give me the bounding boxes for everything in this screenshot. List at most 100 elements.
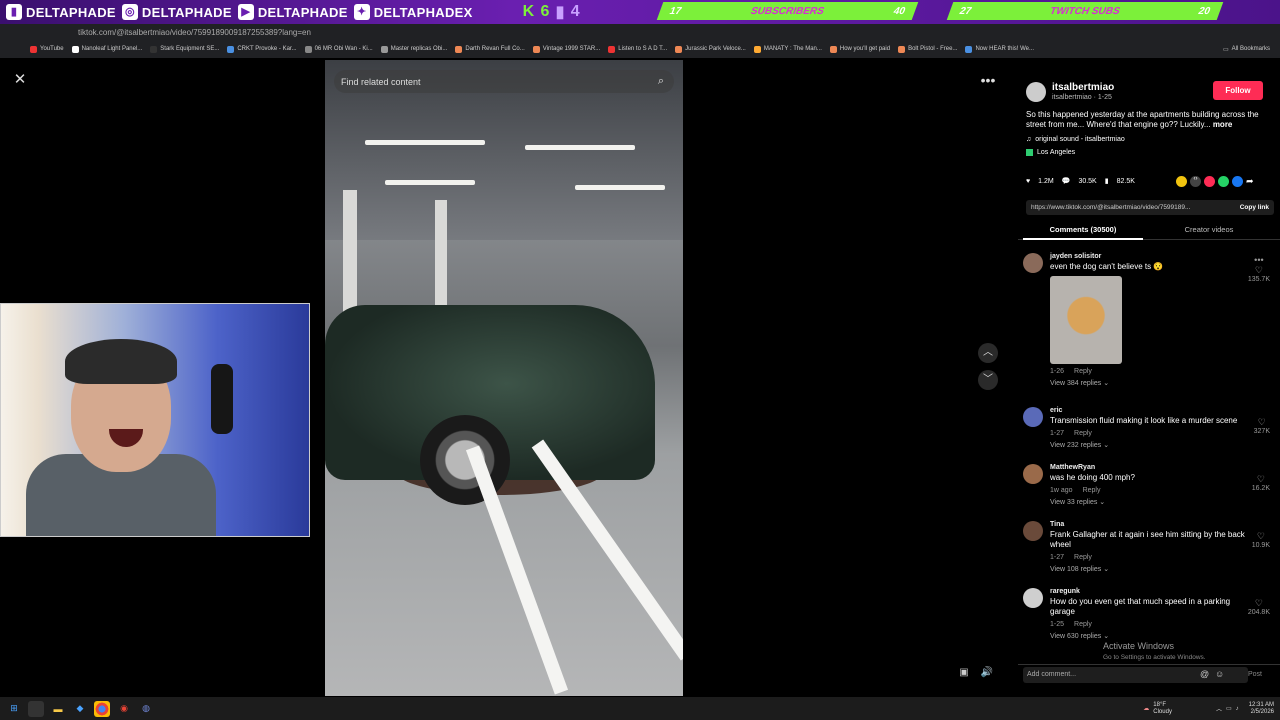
- prev-video-button[interactable]: ︿: [978, 343, 998, 363]
- app-icon[interactable]: ◉: [116, 701, 132, 717]
- store-icon[interactable]: ◆: [72, 701, 88, 717]
- bookmark-item[interactable]: Nanoleaf Light Panel...: [71, 45, 142, 53]
- twitter-icon: ✦: [353, 4, 370, 20]
- copy-link-button[interactable]: Copy link: [1240, 204, 1269, 211]
- avatar[interactable]: [1023, 464, 1043, 484]
- clock[interactable]: 12:31 AM 2/5/2026: [1249, 702, 1274, 716]
- view-replies-label: View 232 replies: [1050, 442, 1102, 449]
- weather[interactable]: 18°F Cloudy: [1153, 702, 1172, 716]
- more-icon[interactable]: •••: [1248, 255, 1270, 265]
- send-icon[interactable]: [1204, 176, 1215, 187]
- next-video-button[interactable]: ﹀: [978, 370, 998, 390]
- bookmark-item[interactable]: 06 MR Obi Wan - Ki...: [304, 45, 373, 53]
- reply-link[interactable]: Reply: [1074, 554, 1092, 561]
- embed-icon[interactable]: ‹›: [1190, 176, 1201, 187]
- twitch-handle: DELTAPHADE: [26, 4, 116, 20]
- tab-comments[interactable]: Comments (30500): [1023, 222, 1143, 240]
- avatar[interactable]: [1023, 407, 1043, 427]
- network-icon[interactable]: ▭: [1226, 705, 1232, 712]
- video-player[interactable]: [325, 60, 683, 696]
- bookmark-item[interactable]: Vintage 1999 STAR...: [532, 45, 600, 53]
- comment-author[interactable]: Tina: [1050, 521, 1250, 528]
- more-options-icon[interactable]: •••: [978, 72, 998, 88]
- location-tag[interactable]: Los Angeles: [1026, 149, 1075, 156]
- author-name[interactable]: itsalbertmiao: [1052, 82, 1114, 93]
- mini-player-icon[interactable]: ▣: [956, 667, 972, 683]
- author-sub: itsalbertmiao · 1-25: [1052, 94, 1112, 101]
- view-replies[interactable]: View 630 replies ⌄: [1050, 632, 1250, 640]
- emoji-icon[interactable]: ☺: [1215, 669, 1224, 679]
- all-bookmarks[interactable]: ▭ All Bookmarks: [1223, 46, 1270, 53]
- bookmark-item[interactable]: Jurassic Park Veloce...: [675, 45, 746, 53]
- speaker-icon[interactable]: ♪: [1236, 706, 1239, 712]
- view-replies[interactable]: View 232 replies ⌄: [1050, 441, 1250, 449]
- comment-meta: 1-25 Reply: [1050, 621, 1250, 628]
- tab-creator-videos[interactable]: Creator videos: [1149, 222, 1269, 240]
- volume-icon[interactable]: 🔊: [979, 667, 995, 683]
- comment-author[interactable]: jayden solisitor: [1050, 253, 1250, 260]
- bookmark-icon[interactable]: ▮: [1105, 177, 1109, 185]
- heart-icon[interactable]: ♡: [1252, 474, 1270, 485]
- caption-more-link[interactable]: more: [1213, 120, 1233, 129]
- comment-icon[interactable]: 💬: [1062, 177, 1071, 185]
- tray-chevron-icon[interactable]: ︿: [1216, 704, 1222, 713]
- search-icon[interactable]: ⌕: [658, 75, 664, 88]
- avatar[interactable]: [1023, 521, 1043, 541]
- bookmark-item[interactable]: Stark Equipment SE...: [150, 45, 219, 53]
- taskbar: ⊞ ▬ ◆ ◉ ◍ ☁ 18°F Cloudy ︿ ▭ ♪ 12:31 AM 2/5…: [0, 697, 1280, 720]
- task-view-icon[interactable]: [28, 700, 44, 717]
- follow-button[interactable]: Follow: [1213, 81, 1263, 100]
- bookmark-item[interactable]: How you'll get paid: [829, 45, 890, 53]
- whatsapp-icon[interactable]: [1218, 176, 1229, 187]
- view-replies[interactable]: View 384 replies ⌄: [1050, 379, 1250, 387]
- clock-date: 2/5/2026: [1250, 708, 1274, 715]
- bookmark-item[interactable]: Now HEAR this! We...: [965, 45, 1034, 53]
- bookmark-item[interactable]: Bolt Pistol - Free...: [898, 45, 957, 53]
- like-count: 10.9K: [1251, 542, 1270, 549]
- coin-icon[interactable]: [1176, 176, 1187, 187]
- close-icon[interactable]: ✕: [12, 72, 28, 88]
- author-avatar[interactable]: [1026, 82, 1046, 102]
- youtube-handle: DELTAPHADE: [257, 4, 348, 20]
- social-twitter: ✦ DELTAPHADEX: [353, 4, 473, 20]
- facebook-icon[interactable]: [1232, 176, 1243, 187]
- bookmark-item[interactable]: Master replicas Obi...: [380, 45, 447, 53]
- video-light: [365, 140, 485, 145]
- post-button[interactable]: Post: [1248, 671, 1262, 678]
- reply-link[interactable]: Reply: [1074, 430, 1092, 437]
- file-explorer-icon[interactable]: ▬: [50, 701, 66, 717]
- reply-link[interactable]: Reply: [1074, 368, 1092, 375]
- sound-link[interactable]: ♫ original sound - itsalbertmiao: [1026, 136, 1125, 143]
- heart-icon[interactable]: ♡: [1248, 598, 1270, 609]
- address-bar[interactable]: tiktok.com/@itsalbertmiao/video/75991890…: [0, 24, 1280, 40]
- bookmark-item[interactable]: CRKT Provoke - Kar...: [227, 45, 297, 53]
- share-arrow-icon[interactable]: ➦: [1246, 176, 1257, 187]
- view-replies[interactable]: View 33 replies ⌄: [1050, 498, 1250, 506]
- mention-icon[interactable]: @: [1200, 669, 1209, 679]
- search-placeholder: Find related content: [341, 76, 421, 87]
- weather-temp: 18°F: [1153, 701, 1167, 708]
- comment-author[interactable]: eric: [1050, 407, 1250, 414]
- comment-image-dog[interactable]: [1050, 276, 1122, 364]
- reply-link[interactable]: Reply: [1074, 621, 1092, 628]
- chrome-icon[interactable]: [94, 700, 110, 717]
- heart-icon[interactable]: ♡: [1252, 531, 1270, 542]
- comment-author[interactable]: MatthewRyan: [1050, 464, 1250, 471]
- heart-icon[interactable]: ♥: [1026, 178, 1030, 185]
- discord-icon[interactable]: ◍: [138, 701, 154, 717]
- reply-link[interactable]: Reply: [1083, 487, 1101, 494]
- bookmark-item[interactable]: MANATY : The Man...: [753, 45, 822, 53]
- webcam-overlay: [0, 303, 310, 537]
- related-search-input[interactable]: Find related content ⌕: [334, 70, 674, 93]
- bookmark-item[interactable]: Darth Revan Full Co...: [455, 45, 525, 53]
- windows-start-icon[interactable]: ⊞: [6, 701, 22, 717]
- bookmark-item[interactable]: Listen to S A D T...: [608, 45, 667, 53]
- avatar[interactable]: [1023, 253, 1043, 273]
- bookmark-item[interactable]: YouTube: [30, 45, 64, 53]
- view-replies[interactable]: View 108 replies ⌄: [1050, 565, 1250, 573]
- address-url[interactable]: tiktok.com/@itsalbertmiao/video/75991890…: [78, 28, 311, 37]
- heart-icon[interactable]: ♡: [1248, 265, 1270, 276]
- comment-author[interactable]: raregunk: [1050, 588, 1250, 595]
- avatar[interactable]: [1023, 588, 1043, 608]
- heart-icon[interactable]: ♡: [1254, 417, 1270, 428]
